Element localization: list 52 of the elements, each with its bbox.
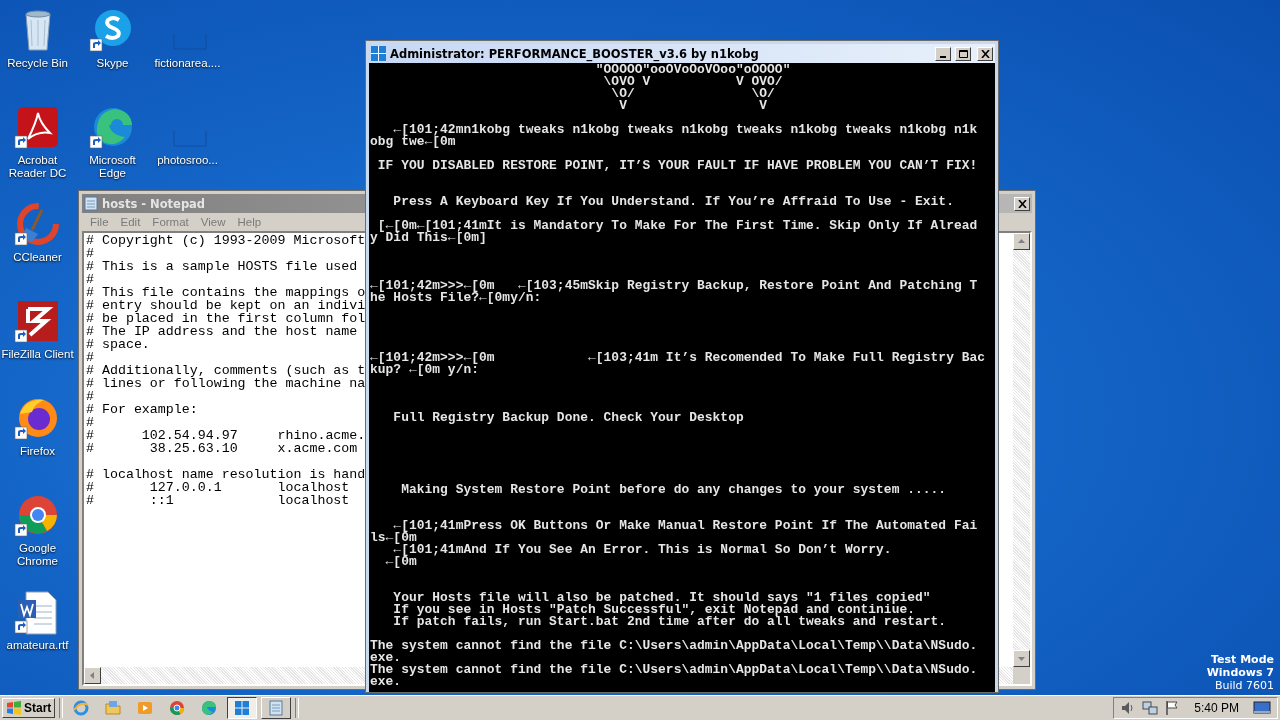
- window-tiles-icon: [371, 46, 386, 61]
- vertical-scrollbar[interactable]: [1013, 233, 1030, 667]
- desktop-icon-label[interactable]: Recycle Bin: [7, 57, 68, 70]
- flag-icon[interactable]: [1164, 700, 1181, 716]
- desktop-icon-label[interactable]: photosroo...: [157, 154, 218, 167]
- close-icon: [1017, 199, 1027, 208]
- show-desktop-icon[interactable]: [1253, 700, 1271, 716]
- up-arrow-icon: [1018, 238, 1025, 245]
- window-tiles-icon: [233, 699, 252, 717]
- notepad-icon: [267, 699, 286, 717]
- scroll-left-button[interactable]: [84, 667, 101, 684]
- broom-icon[interactable]: [13, 200, 62, 248]
- maximize-button[interactable]: [955, 46, 971, 61]
- menu-item[interactable]: Format: [146, 216, 195, 228]
- windows-logo-icon: [6, 701, 22, 715]
- desktop-icon-label[interactable]: Firefox: [19, 445, 56, 458]
- browser-icon: [72, 699, 91, 717]
- browser-icon: [168, 699, 187, 717]
- console-output: "OOOOO"ooOVoOoVOoo"oOOOO" \OVO V V OVO/ \O/ \O/ V V ←[101;42mn1kobg tweaks n1kobg tweaks n1kobg tweaks n1kobg tweaks n1kobg n1k obg twe←[0m IF YOU DISABLED RESTORE POINT, IT’S YOUR FAULT IF HAVE PROBLEM YOU CAN’T FIX! Press A Keyboard Key If You Understand. If You’re Affraid To Use - Exit. [←[0m←[101;41mIt is Mandatory To Make For The First Time. Skip Only If Alread y Did This←[0m] ←[101;42m>>>←[0m ←[103;45mSkip Registry Backup, Restore Point And Patching T he Hosts File?←[0my/n: ←[101;42m>>>←[0m ←[103;41m It’s Recomended To Make Full Registry Bac kup? ←[0m y/n: Full Registry Backup Done. Check Your Desktop Making System Restore Point before do any changes to your system ..... ←[101;41mPress OK Buttons Or Make Manual Restore Point If The Automated Fai ls←[0m ←[101;41mAnd If You See An Error. This is Normal So Don’t Worry. ←[0m Your Hosts file will also be patched. It should says "1 files copied" If you see in Hosts "Patch Successful", exit Notepad and continiue. If patch fails, run Start.bat 2nd time after do all tweaks and restart. The system cannot find the file C:\Users\admin\AppData\Local\Temp\\Data\NSudo. exe. The system cannot find the file C:\Users\admin\AppData\Local\Temp\\Data\NSudo. exe.: [369, 63, 995, 692]
- notepad-icon: [84, 196, 98, 211]
- notepad-text[interactable]: # Copyright (c) 1993-2009 Microsoft # # This is a sample HOSTS file used # # This file contains the mappings o # entry should be kept on an indivi # be placed in the first column fol # The IP address and the host name # space. # # Additionally, comments (such as t # lines or following the machine na # # For example: # # 102.54.94.97 rhino.acme. # 38.25.63.10 x.acme.com # localhost name resolution is hand # 127.0.0.1 localhost # ::1 localhost: [84, 233, 368, 508]
- close-button[interactable]: [977, 46, 993, 61]
- minimize-button[interactable]: [935, 46, 951, 61]
- minimize-icon: [940, 55, 946, 58]
- start-button[interactable]: Start: [2, 698, 56, 718]
- desktop-icon-label[interactable]: Acrobat Reader DC: [0, 154, 75, 180]
- browser-icon: [200, 699, 219, 717]
- edition-text: Windows 7: [1206, 666, 1274, 679]
- folder-icon: [104, 699, 123, 717]
- desktop-icon-label[interactable]: amateura.rtf: [6, 639, 69, 652]
- scroll-up-button[interactable]: [1013, 233, 1030, 250]
- maximize-icon: [958, 49, 968, 58]
- desktop-icon-label[interactable]: fictionarea....: [154, 57, 221, 70]
- network-icon[interactable]: [1142, 700, 1159, 716]
- desktop-icon-label[interactable]: Microsoft Edge: [75, 154, 150, 180]
- close-button[interactable]: [1014, 196, 1030, 211]
- down-arrow-icon: [1018, 655, 1025, 662]
- resize-grip[interactable]: [1013, 667, 1030, 684]
- desktop-icon-label[interactable]: Skype: [96, 57, 129, 70]
- close-icon: [980, 49, 990, 58]
- taskbar-button[interactable]: [227, 697, 258, 719]
- window-title: hosts - Notepad: [102, 196, 206, 211]
- desktop-icon-label[interactable]: FileZilla Client: [1, 348, 74, 361]
- edition-text: Test Mode: [1211, 653, 1274, 666]
- scroll-down-button[interactable]: [1013, 650, 1030, 667]
- window-title: Administrator: PERFORMANCE_BOOSTER_v3.6 by n1kobg: [390, 46, 759, 61]
- edition-text: Build 7601: [1214, 679, 1274, 692]
- left-arrow-icon: [89, 672, 96, 679]
- desktop-icon-label[interactable]: Google Chrome: [0, 542, 75, 568]
- media-player-icon: [136, 699, 155, 717]
- menu-item[interactable]: Edit: [114, 216, 147, 228]
- desktop-icon-label[interactable]: CCleaner: [13, 251, 62, 264]
